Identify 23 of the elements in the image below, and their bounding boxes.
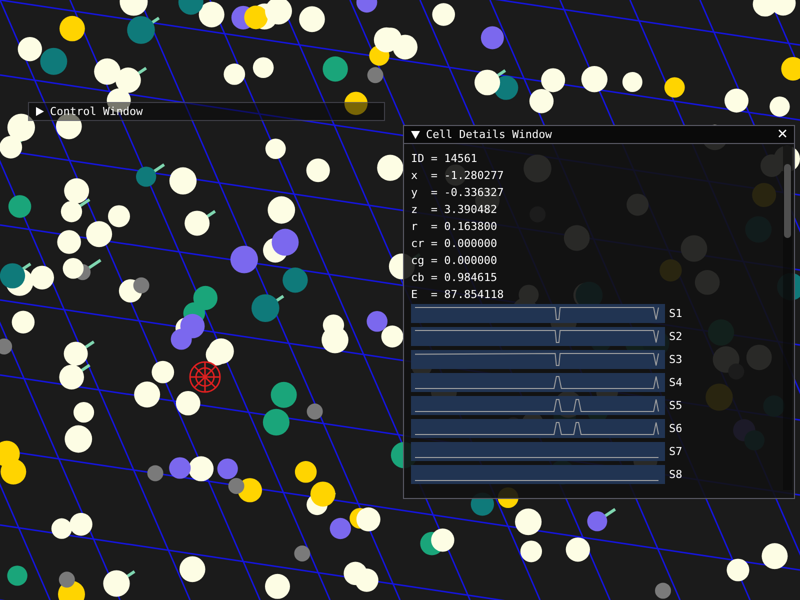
plot-label: S4 bbox=[669, 376, 682, 389]
property-readout: E = 87.854118 bbox=[411, 287, 505, 303]
property-readout: y = -0.336327 bbox=[411, 185, 505, 201]
plot-label: S5 bbox=[669, 399, 682, 412]
scrollbar-thumb[interactable] bbox=[784, 164, 791, 238]
plot-label: S8 bbox=[669, 468, 682, 481]
property-readout: cr = 0.000000 bbox=[411, 236, 498, 252]
plot-label: S3 bbox=[669, 353, 682, 366]
window-title: Cell Details Window bbox=[426, 128, 553, 141]
plot-label: S7 bbox=[669, 445, 682, 458]
plot-label: S6 bbox=[669, 422, 682, 435]
property-readout: cg = 0.000000 bbox=[411, 253, 498, 269]
property-readout: x = -1.280277 bbox=[411, 168, 505, 184]
property-readout: cb = 0.984615 bbox=[411, 270, 498, 286]
plot-label: S1 bbox=[669, 307, 682, 320]
property-readout: ID = 14561 bbox=[411, 151, 478, 167]
window-title: Control Window bbox=[50, 105, 143, 118]
property-readout: z = 3.390482 bbox=[411, 202, 498, 218]
expand-triangle-icon[interactable] bbox=[36, 107, 44, 116]
collapse-triangle-icon[interactable] bbox=[411, 130, 420, 138]
scrollbar[interactable] bbox=[783, 146, 792, 490]
plot-label: S2 bbox=[669, 330, 682, 343]
property-readout: r = 0.163800 bbox=[411, 219, 498, 235]
